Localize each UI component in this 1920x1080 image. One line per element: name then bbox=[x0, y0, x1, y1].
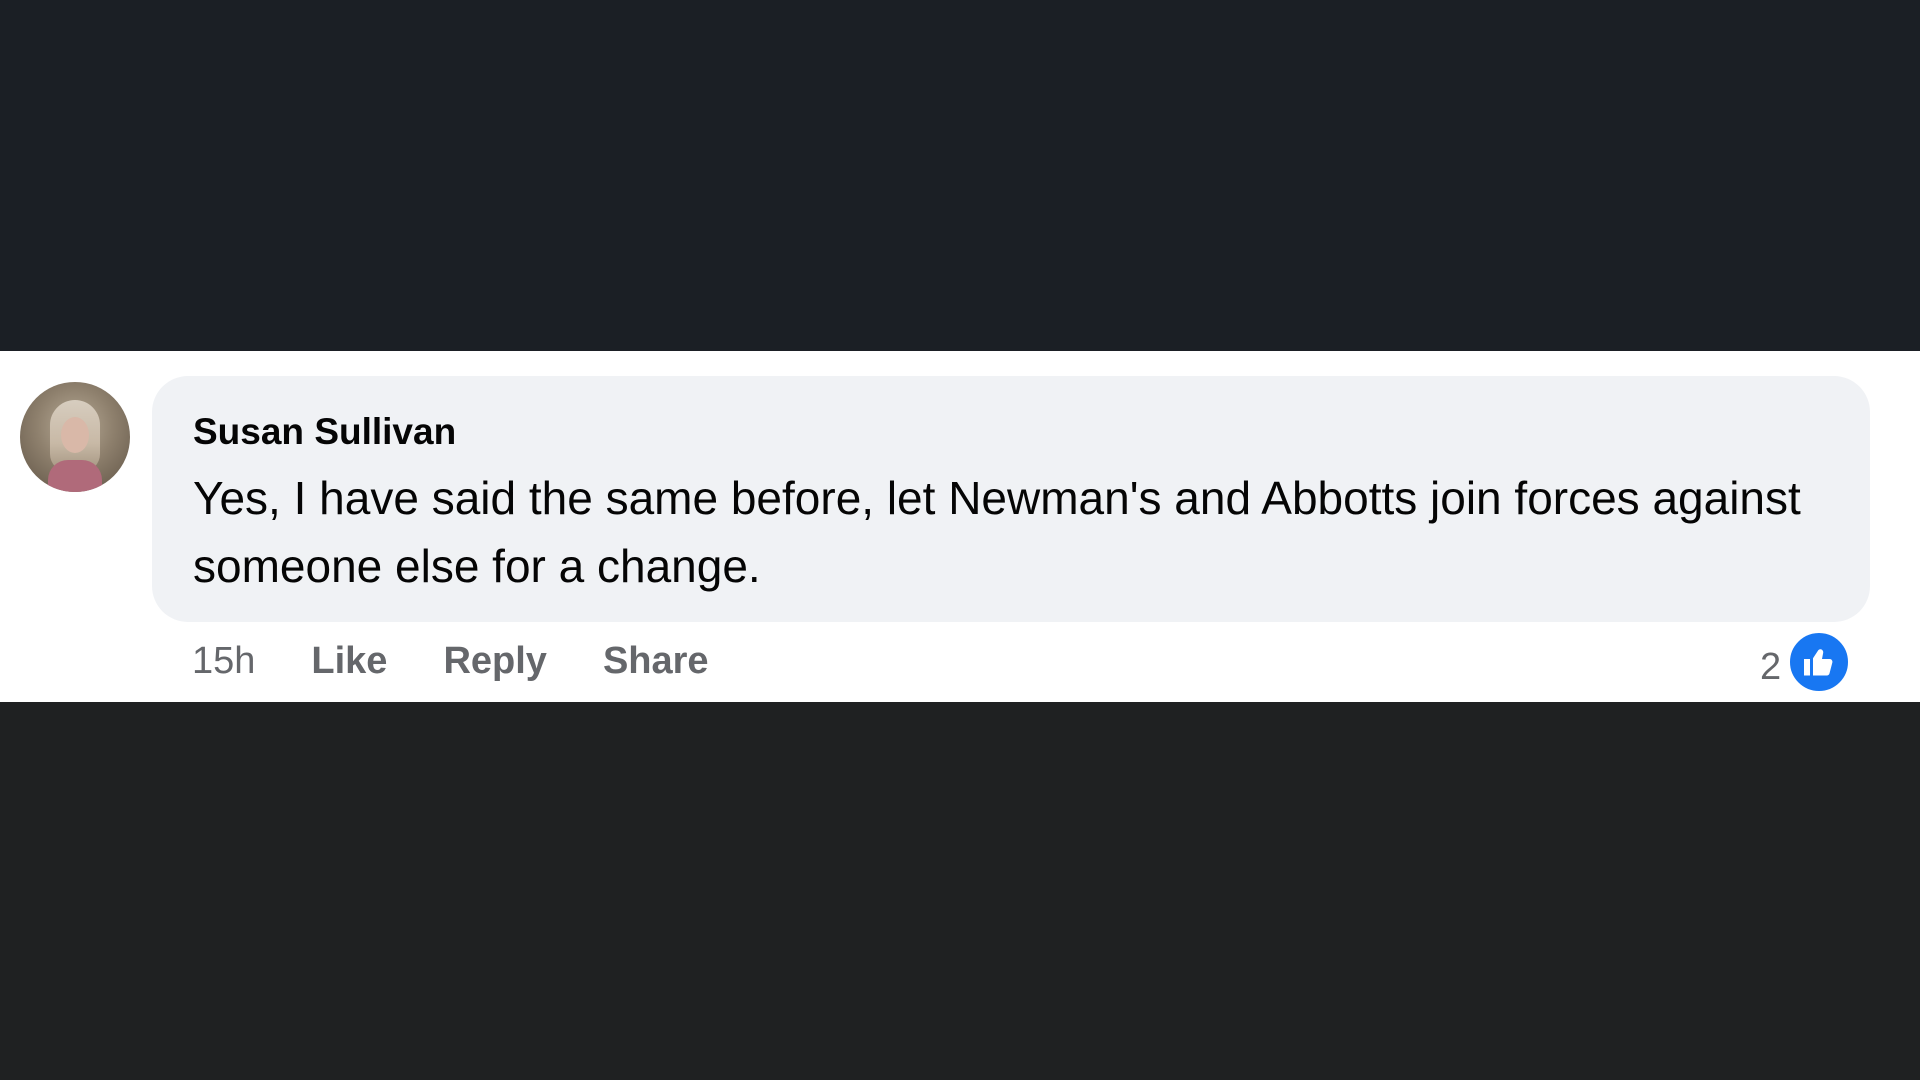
avatar[interactable] bbox=[20, 382, 130, 492]
comment-text: Yes, I have said the same before, let Ne… bbox=[193, 472, 1801, 592]
comment-timestamp[interactable]: 15h bbox=[192, 640, 255, 683]
thumbs-up-icon bbox=[1787, 630, 1852, 694]
comment-actions: 15h Like Reply Share bbox=[192, 636, 709, 686]
dark-backdrop-top bbox=[0, 0, 1920, 351]
reaction-count: 2 bbox=[1760, 645, 1782, 688]
like-button[interactable]: Like bbox=[311, 640, 387, 683]
dark-backdrop-bottom bbox=[0, 702, 1920, 1080]
reaction-summary[interactable]: 2 bbox=[1760, 630, 1852, 694]
share-button[interactable]: Share bbox=[603, 640, 709, 683]
avatar-shirt bbox=[48, 460, 102, 492]
comment-bubble: Susan Sullivan Yes, I have said the same… bbox=[152, 376, 1870, 622]
reply-button[interactable]: Reply bbox=[443, 640, 546, 683]
avatar-face bbox=[61, 417, 89, 453]
comment-author[interactable]: Susan Sullivan bbox=[193, 410, 1830, 454]
